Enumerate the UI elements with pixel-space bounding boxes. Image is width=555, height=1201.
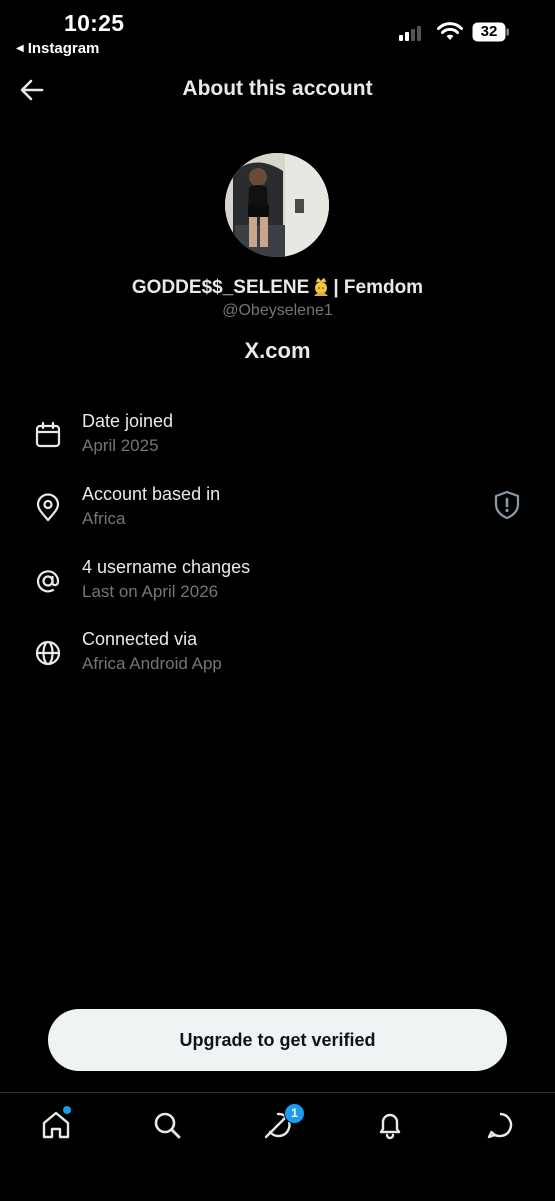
back-to-app-link[interactable]: ◀ Instagram [16, 40, 99, 57]
back-app-label: Instagram [27, 40, 100, 57]
messages-badge: 1 [284, 1103, 305, 1124]
row-date-joined: Date joined April 2025 [0, 411, 555, 471]
status-time: 10:25 [64, 10, 125, 36]
home-notification-dot [62, 1105, 72, 1115]
bottom-tab-bar: 1 [0, 1092, 555, 1201]
wifi-icon [437, 22, 463, 40]
display-name: GODDE$$_SELENE | Femdom [0, 276, 555, 299]
row-account-based-in: Account based in Africa [0, 484, 555, 544]
row-connected-via: Connected via Africa Android App [0, 629, 555, 689]
site-label: X.com [244, 338, 311, 363]
battery-level: 32 [480, 23, 498, 40]
username-handle: @Obeyselene1 [222, 302, 333, 319]
avatar [225, 153, 329, 257]
location-pin-icon [36, 493, 60, 522]
page-title: About this account [182, 77, 373, 100]
at-sign-icon [36, 570, 60, 593]
upgrade-verified-button[interactable]: Upgrade to get verified [48, 1009, 507, 1071]
row-title: Date joined [82, 411, 174, 431]
battery-icon: 32 [472, 22, 510, 42]
calendar-icon [35, 421, 61, 448]
shield-alert-icon[interactable] [493, 490, 521, 520]
globe-icon [35, 640, 61, 666]
bell-icon[interactable] [374, 1109, 406, 1141]
row-title: Account based in [82, 484, 221, 504]
row-title: 4 username changes [82, 557, 251, 577]
row-value: April 2025 [82, 436, 159, 455]
row-value: Last on April 2026 [82, 582, 219, 601]
chat-bubble-icon[interactable] [484, 1109, 516, 1141]
princess-emoji-icon [314, 277, 329, 296]
cellular-signal-icon [399, 25, 421, 41]
row-title: Connected via [82, 629, 198, 649]
display-name-suffix: | Femdom [333, 277, 424, 298]
search-icon[interactable] [151, 1109, 183, 1141]
row-value: Africa Android App [82, 654, 222, 673]
row-value: Africa [82, 509, 126, 528]
row-username-changes: 4 username changes Last on April 2026 [0, 557, 555, 617]
display-name-text: GODDE$$_SELENE [131, 277, 310, 298]
back-triangle-icon: ◀ [16, 43, 24, 54]
